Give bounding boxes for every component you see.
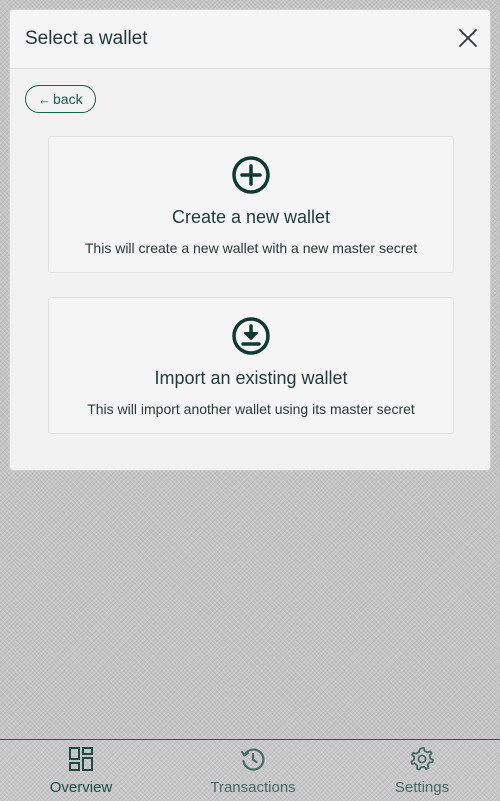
download-circle-icon xyxy=(232,317,270,355)
create-wallet-description: This will create a new wallet with a new… xyxy=(84,240,418,256)
create-wallet-title: Create a new wallet xyxy=(171,207,331,227)
import-wallet-option[interactable]: Import an existing wallet This will impo… xyxy=(48,297,454,434)
back-button[interactable]: ← back xyxy=(25,85,96,113)
import-wallet-description: This will import another wallet using it… xyxy=(87,401,415,417)
nav-item-overview[interactable]: Overview xyxy=(21,740,141,801)
bottom-navigation: Overview Transactions Settings xyxy=(0,739,500,801)
nav-label-settings: Settings xyxy=(394,779,450,796)
arrow-left-icon: ← xyxy=(38,91,51,107)
close-button[interactable] xyxy=(456,26,480,50)
nav-label-overview: Overview xyxy=(49,779,113,796)
dialog-body: ← back xyxy=(10,69,490,129)
gear-icon xyxy=(410,747,434,771)
import-wallet-title: Import an existing wallet xyxy=(154,368,348,388)
nav-label-transactions: Transactions xyxy=(210,779,296,796)
dialog-title: Select a wallet xyxy=(25,28,148,49)
create-wallet-option[interactable]: Create a new wallet This will create a n… xyxy=(48,136,454,273)
nav-item-transactions[interactable]: Transactions xyxy=(193,740,313,801)
dashboard-icon xyxy=(69,747,93,771)
close-icon xyxy=(459,29,477,47)
nav-item-settings[interactable]: Settings xyxy=(362,740,482,801)
plus-circle-icon xyxy=(232,156,270,194)
dialog-header: Select a wallet xyxy=(10,10,490,69)
select-wallet-dialog: Select a wallet ← back Create a new wall… xyxy=(9,9,491,471)
back-button-label: back xyxy=(53,91,83,107)
history-icon xyxy=(240,748,265,771)
